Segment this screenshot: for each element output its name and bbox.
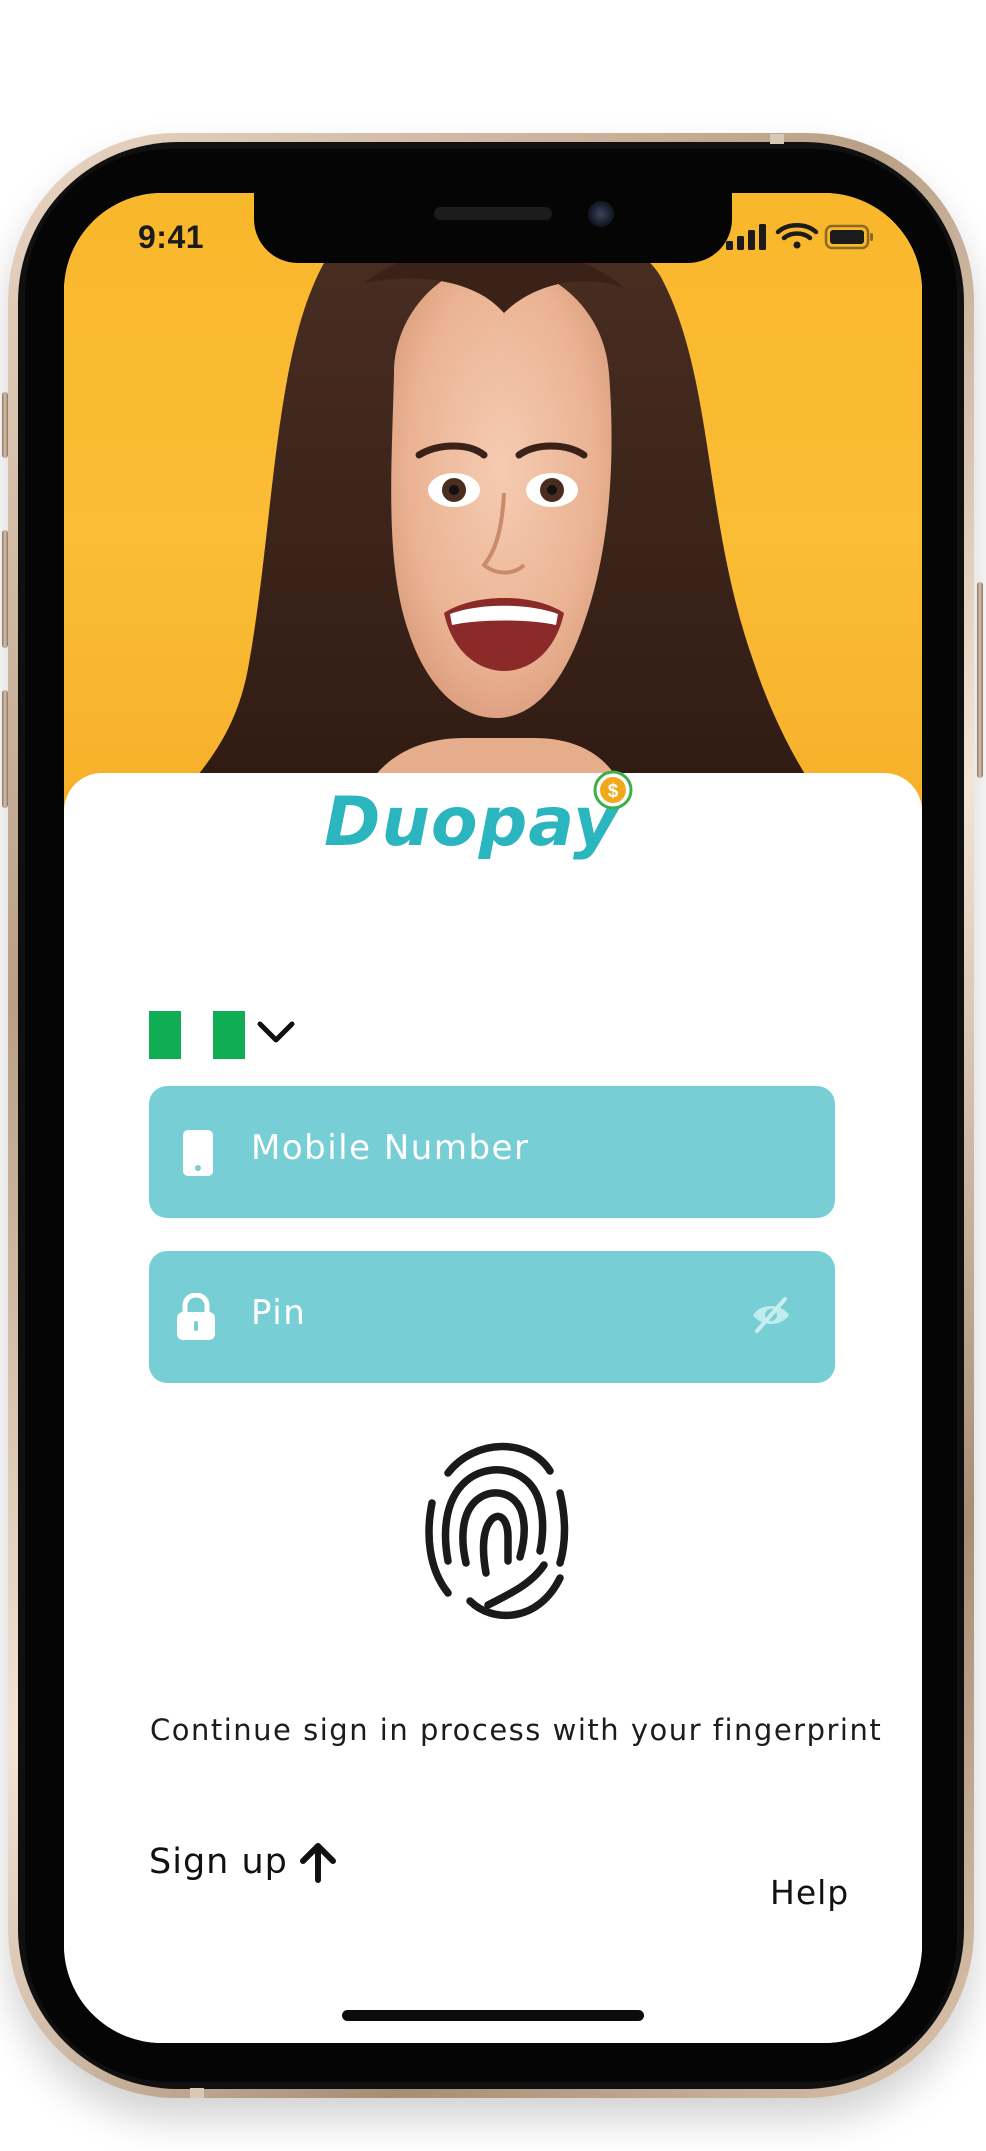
- mobile-number-field[interactable]: Mobile Number: [149, 1086, 835, 1218]
- camera-notch: [254, 193, 732, 263]
- power-button: [977, 582, 983, 778]
- sign-up-label: Sign up: [149, 1842, 288, 1882]
- volume-down-button: [2, 690, 8, 808]
- phone-screen: 9:41 Duopay $ Mobile Number Pin Continue…: [64, 193, 922, 2043]
- status-icons: [726, 221, 876, 257]
- coin-icon: $: [593, 770, 633, 810]
- hero-photo-illustration: [167, 212, 831, 813]
- fingerprint-icon[interactable]: [420, 1433, 570, 1628]
- eye-off-icon[interactable]: [749, 1295, 793, 1335]
- brand-name: Duopay: [324, 783, 619, 862]
- cellular-signal-icon: [726, 224, 766, 250]
- wifi-icon: [775, 223, 819, 249]
- antenna-band: [190, 2088, 204, 2098]
- coin-symbol: $: [608, 781, 619, 802]
- status-time: 9:41: [138, 219, 205, 255]
- arrow-up-icon: [299, 1843, 336, 1883]
- battery-icon: [824, 224, 873, 250]
- hero-image: [64, 193, 922, 813]
- country-selector[interactable]: [149, 1011, 309, 1059]
- pin-field[interactable]: Pin: [149, 1251, 835, 1383]
- chevron-down-icon: [257, 1021, 295, 1043]
- volume-up-button: [2, 530, 8, 648]
- brand-logo: Duopay $: [324, 770, 654, 871]
- silent-switch: [2, 392, 8, 458]
- home-indicator: [342, 2010, 644, 2021]
- help-link[interactable]: Help: [770, 1873, 849, 1912]
- phone-icon: [183, 1130, 213, 1176]
- fingerprint-hint: Continue sign in process with your finge…: [150, 1713, 883, 1747]
- pin-placeholder: Pin: [251, 1293, 307, 1333]
- lock-icon: [177, 1293, 215, 1340]
- sign-up-link[interactable]: Sign up: [149, 1837, 338, 1887]
- nigeria-flag-icon: [149, 1011, 245, 1059]
- antenna-band: [770, 134, 784, 144]
- mobile-number-placeholder: Mobile Number: [251, 1128, 530, 1168]
